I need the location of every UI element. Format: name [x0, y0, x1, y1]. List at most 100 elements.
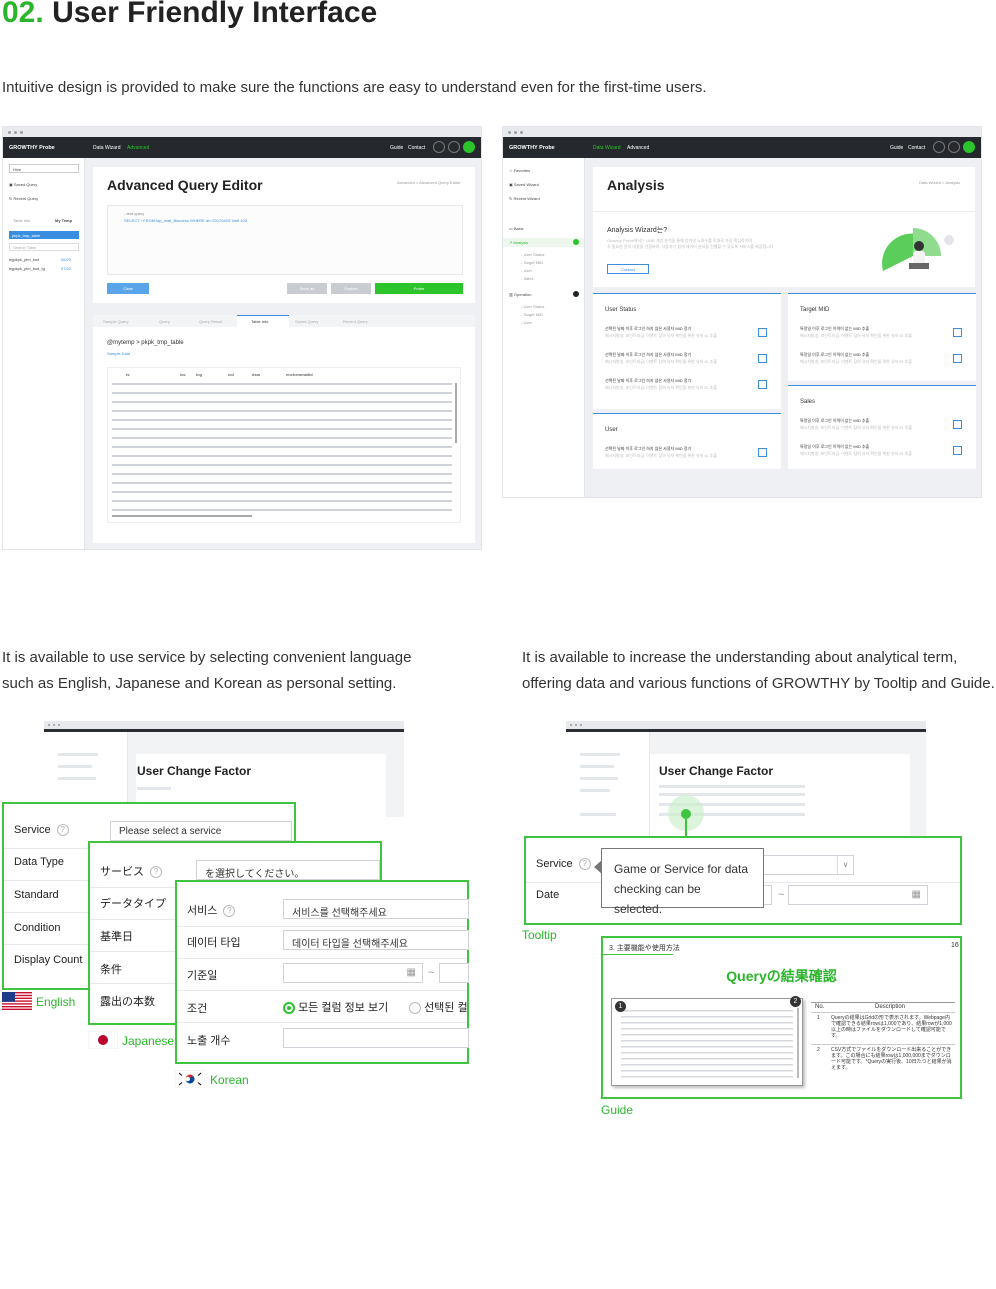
service-select[interactable]: を選択してください。 — [196, 860, 380, 880]
item-link-icon[interactable] — [953, 420, 962, 429]
label-standard: Standard — [14, 889, 59, 901]
sidebar-item-saved-query[interactable]: ▣ Saved Query — [9, 182, 37, 187]
caption-help: It is available to increase the understa… — [522, 645, 995, 697]
item-link-icon[interactable] — [758, 354, 767, 363]
sidebar-item-operation[interactable]: ▥ Operation — [509, 291, 579, 297]
label-display-count: 露出の本数 — [100, 996, 155, 1008]
wizard-intro-card: Analysis Wizard는? Growthy Probe에서는 LINE … — [593, 211, 975, 287]
sidebar: ☆ Favorites ▣ Saved Wizard ↻ Recent Wiza… — [503, 158, 585, 497]
sidebar-item-recent-wizard[interactable]: ↻ Recent Wizard — [509, 196, 540, 201]
date-end-input[interactable]: ▦ — [788, 885, 928, 905]
tab-query-result[interactable]: Query Result — [199, 319, 222, 324]
sidebar-subitem[interactable]: - User Status — [521, 304, 544, 309]
menu-icon[interactable] — [948, 141, 960, 153]
guide-row-desc: CSV方式でファイルをダウンロード出来ることができます。この場合にも結果rowは… — [831, 1047, 952, 1071]
tab-table-info-label: Table Info — [251, 319, 269, 324]
notification-icon[interactable] — [433, 141, 445, 153]
nav-guide[interactable]: Guide — [390, 145, 403, 151]
nav-data-wizard[interactable]: Data Wizard — [93, 145, 121, 151]
contact-button[interactable]: Contact — [607, 264, 649, 274]
page-title: Analysis — [607, 177, 665, 193]
label-service: 서비스? — [187, 902, 236, 918]
sidebar-item-saved-wizard[interactable]: ▣ Saved Wizard — [509, 182, 539, 187]
sql-editor[interactable]: --test query SELECT * FROM tap_mail_fila… — [107, 205, 463, 275]
radio-selected-columns[interactable]: 선택된 컬 — [409, 999, 468, 1015]
display-count-input[interactable] — [283, 1028, 469, 1048]
focus-line — [685, 819, 687, 837]
sidebar-subitem[interactable]: - Target MID — [521, 260, 543, 265]
tab-table-info[interactable]: Table Info — [13, 218, 30, 223]
date-end-input[interactable] — [439, 963, 469, 983]
search-table-input[interactable]: Search Table — [9, 243, 79, 251]
avatar[interactable] — [963, 141, 975, 153]
sample-data-link[interactable]: Sample Data — [107, 351, 130, 356]
sidebar-item-favorites[interactable]: ☆ Favorites — [509, 168, 530, 173]
item-link-icon[interactable] — [758, 448, 767, 457]
probe-button[interactable]: Probe — [375, 283, 463, 294]
tab-saved-query[interactable]: Saved Query — [295, 319, 318, 324]
item-link-icon[interactable] — [953, 328, 962, 337]
tooltip-bubble: Game or Service for data checking can be… — [601, 848, 764, 916]
service-select[interactable]: ∨ — [762, 855, 854, 875]
data-type-select[interactable]: 데이터 타입을 선택해주세요 — [283, 930, 469, 950]
nav-advanced[interactable]: Advanced — [127, 145, 149, 151]
analysis-illustration — [882, 228, 954, 271]
col-header: dsm — [252, 372, 261, 377]
sidebar-item-analysis[interactable]: ↗ Analysis — [503, 238, 584, 247]
sidebar-subitem[interactable]: - User — [521, 320, 532, 325]
item-title: 특정일 이후 로그인 이력이 없는 MID 추출 — [800, 352, 870, 357]
tab-my-temp[interactable]: My Temp — [55, 218, 72, 223]
item-link-icon[interactable] — [758, 380, 767, 389]
wizard-title: Analysis Wizard는? — [607, 227, 668, 234]
menu-icon[interactable] — [448, 141, 460, 153]
japanese-tag: Japanese — [122, 1034, 175, 1048]
item-link-icon[interactable] — [953, 446, 962, 455]
sidebar-subitem[interactable]: - User — [521, 268, 532, 273]
radio-all-columns[interactable]: 모든 컬럼 정보 보기 — [283, 999, 388, 1015]
nav-guide[interactable]: Guide — [890, 145, 903, 151]
section-target-mid: Target MID 특정일 이후 로그인 이력이 없는 MID 추출 메시지발… — [788, 293, 976, 381]
section-user-status: User Status 선택된 날짜 이후 로그인 하지 않은 사용자 MID … — [593, 293, 781, 409]
item-title: 특정일 이후 로그인 이력이 없는 MID 추출 — [800, 326, 870, 331]
service-select[interactable]: 서비스를 선택해주세요 — [283, 899, 469, 919]
nav-contact[interactable]: Contact — [908, 145, 925, 151]
tab-recent-query[interactable]: Recent Query — [343, 319, 368, 324]
item-link-icon[interactable] — [758, 328, 767, 337]
date-start-input[interactable]: ▦ — [283, 963, 423, 983]
db-select[interactable]: Hive — [9, 164, 79, 173]
db-item[interactable]: pkpk_tmp_table — [9, 231, 79, 239]
wizard-desc: 꼭 필요한 분석 내용을 선정하여, 사용자가 쉽게 데이터 분석을 진행할 수… — [607, 244, 775, 249]
sidebar-subitem[interactable]: - Target MID — [521, 312, 543, 317]
window-bar — [3, 127, 481, 137]
label-date: Date — [536, 889, 560, 901]
nav-contact[interactable]: Contact — [408, 145, 425, 151]
breadcrumb: Advanced > Advanced Query Editor — [397, 180, 461, 185]
tab-sample-query[interactable]: Sample Query — [103, 319, 129, 324]
guide-col-no: No. — [815, 1004, 825, 1010]
nav-data-wizard[interactable]: Data Wizard — [593, 145, 621, 151]
save-as-button[interactable]: Save as — [287, 283, 327, 294]
sidebar-subitem[interactable]: - User Status — [521, 252, 544, 257]
label-condition: Condition — [14, 922, 61, 934]
avatar[interactable] — [463, 141, 475, 153]
label-condition: 조건 — [187, 1003, 208, 1015]
caption-line: It is available to increase the understa… — [522, 649, 958, 666]
caption-line: such as English, Japanese and Korean as … — [2, 675, 397, 692]
item-link-icon[interactable] — [953, 354, 962, 363]
service-select[interactable]: Please select a service — [110, 821, 292, 841]
guide-row-desc: Queryの結果はGridの形で表示されます。Webpage内で確認できる結果r… — [831, 1015, 952, 1039]
table-item[interactable]: bgpkpk_plm_bsd 06/20 — [9, 257, 71, 262]
tab-query[interactable]: Query — [159, 319, 170, 324]
nav-advanced[interactable]: Advanced — [627, 145, 649, 151]
sidebar: Hive ▣ Saved Query ↻ Recent Query Table … — [3, 158, 85, 549]
help-icon[interactable]: ? — [578, 858, 591, 871]
notification-icon[interactable] — [933, 141, 945, 153]
sidebar-subitem[interactable]: - Sales — [521, 276, 533, 281]
sidebar-item-basic[interactable]: ▭ Basic — [509, 226, 524, 231]
table-item[interactable]: bgpkpk_plm_bsd_tg 07/20 — [9, 266, 71, 271]
col-header: loc — [180, 372, 186, 377]
help-icon: ? — [223, 905, 236, 918]
clear-button[interactable]: Clear — [107, 283, 149, 294]
sidebar-item-recent-query[interactable]: ↻ Recent Query — [9, 196, 38, 201]
explain-button[interactable]: Explain — [331, 283, 371, 294]
